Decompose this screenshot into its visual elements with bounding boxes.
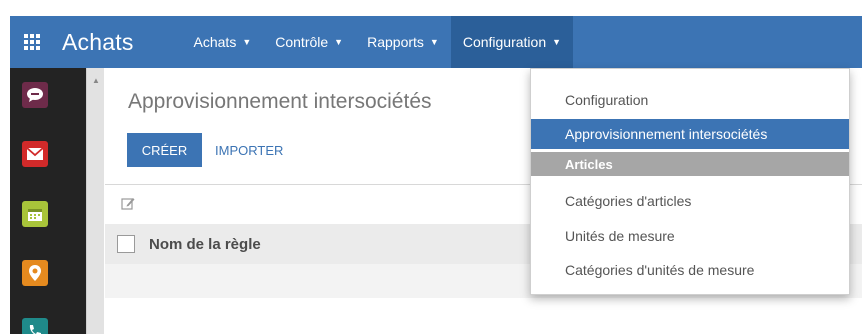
- maps-app-button[interactable]: [22, 260, 48, 286]
- configuration-dropdown: Configuration Approvisionnement intersoc…: [530, 68, 850, 295]
- top-navbar: Achats Achats ▼ Contrôle ▼ Rapports ▼ Co…: [10, 16, 862, 68]
- dropdown-item-article-categories[interactable]: Catégories d'articles: [531, 186, 849, 216]
- create-button[interactable]: CRÉER: [127, 133, 202, 167]
- chat-app-button[interactable]: [22, 82, 48, 108]
- sidebar-scrollbar[interactable]: ▲: [86, 68, 104, 334]
- location-pin-icon: [29, 265, 41, 281]
- chat-icon: [27, 88, 43, 102]
- chevron-down-icon: ▼: [242, 37, 252, 47]
- column-header-name[interactable]: Nom de la règle: [149, 236, 261, 253]
- phone-app-button[interactable]: [22, 318, 48, 334]
- app-sidebar: [10, 68, 87, 334]
- mail-icon: [26, 147, 44, 160]
- menu-rapports-label: Rapports: [367, 34, 424, 50]
- phone-icon: [29, 325, 41, 334]
- apps-grid-icon[interactable]: [24, 33, 42, 51]
- menu-achats-label: Achats: [193, 34, 237, 50]
- menu-controle[interactable]: Contrôle ▼: [263, 16, 355, 68]
- app-title: Achats: [62, 28, 134, 55]
- chevron-down-icon: ▼: [552, 37, 562, 47]
- menu-configuration[interactable]: Configuration ▼: [450, 16, 574, 68]
- menu-rapports[interactable]: Rapports ▼: [355, 16, 451, 68]
- edit-icon[interactable]: [121, 196, 135, 210]
- dropdown-item-units-of-measure[interactable]: Unités de mesure: [531, 221, 849, 251]
- page-title: Approvisionnement intersociétés: [128, 90, 432, 113]
- scroll-up-icon[interactable]: ▲: [87, 76, 105, 85]
- dropdown-item-intercompany-procurement[interactable]: Approvisionnement intersociétés: [531, 119, 849, 149]
- dropdown-item-configuration[interactable]: Configuration: [531, 85, 849, 115]
- menu-achats[interactable]: Achats ▼: [182, 16, 264, 68]
- select-all-checkbox[interactable]: [117, 235, 135, 253]
- mail-app-button[interactable]: [22, 141, 48, 167]
- chevron-down-icon: ▼: [429, 37, 439, 47]
- menu-controle-label: Contrôle: [275, 34, 329, 50]
- dropdown-section-articles: Articles: [531, 152, 849, 176]
- import-button[interactable]: IMPORTER: [215, 133, 283, 167]
- calendar-app-button[interactable]: [22, 201, 48, 227]
- menu-configuration-label: Configuration: [462, 34, 547, 50]
- chevron-down-icon: ▼: [334, 37, 344, 47]
- main-menu: Achats ▼ Contrôle ▼ Rapports ▼ Configura…: [182, 16, 574, 68]
- calendar-icon: [28, 209, 42, 221]
- dropdown-item-uom-categories[interactable]: Catégories d'unités de mesure: [531, 255, 849, 285]
